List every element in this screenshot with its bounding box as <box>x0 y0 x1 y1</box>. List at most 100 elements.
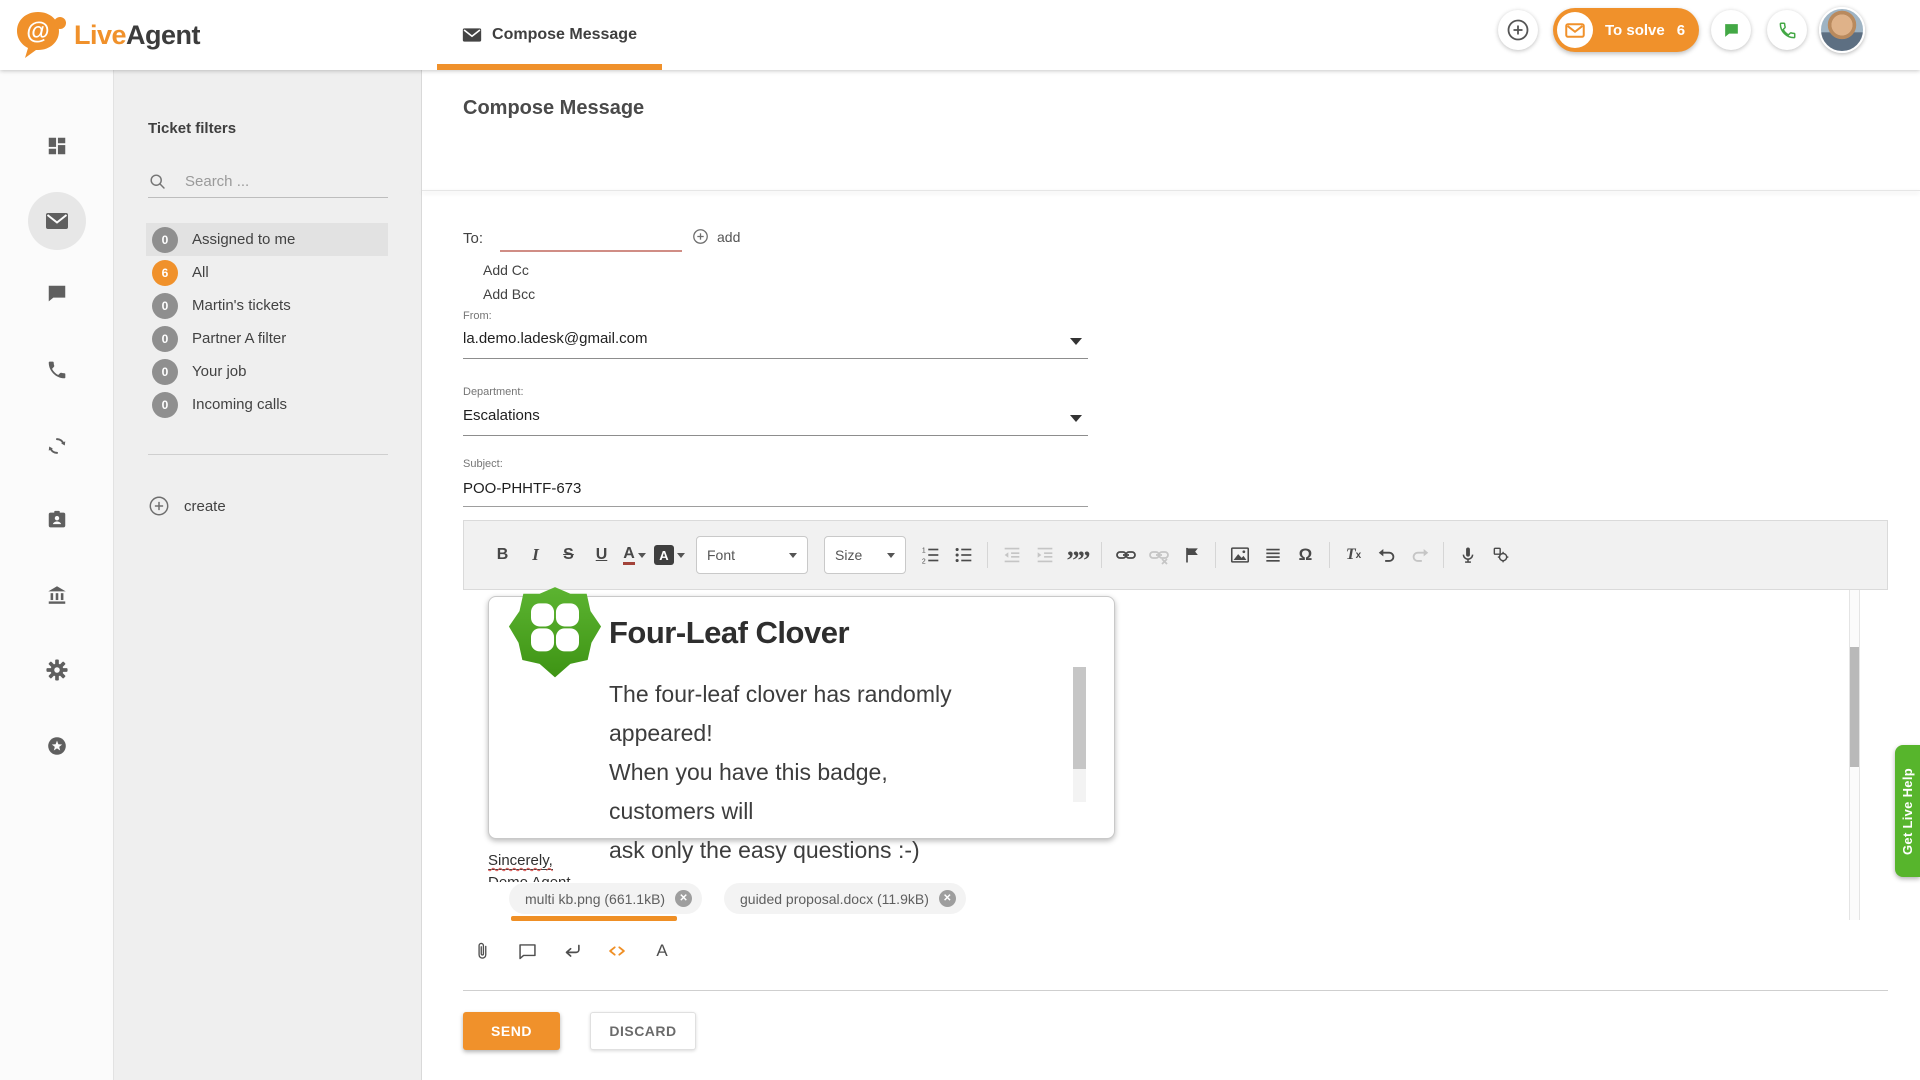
filter-item-all[interactable]: 6 All <box>146 256 388 289</box>
add-new-button[interactable] <box>1498 10 1538 50</box>
font-style-button[interactable]: A <box>649 938 675 964</box>
filter-item-partner-a-filter[interactable]: 0 Partner A filter <box>146 322 388 355</box>
speech-to-text-button[interactable] <box>1454 541 1481 569</box>
special-character-button[interactable]: Ω <box>1292 541 1319 569</box>
header-divider <box>422 190 1920 191</box>
chevron-down-icon <box>887 553 895 558</box>
horizontal-rule-button[interactable] <box>1259 541 1286 569</box>
user-avatar[interactable] <box>1819 7 1865 53</box>
to-input[interactable] <box>500 228 682 252</box>
sidebar-item-departments[interactable] <box>45 583 69 607</box>
numbered-list-button[interactable]: 12 <box>917 541 944 569</box>
font-select[interactable]: Font <box>696 536 808 574</box>
department-dropdown-caret[interactable] <box>1070 415 1082 422</box>
comment-bubble-icon <box>517 941 538 962</box>
remove-format-button[interactable]: Tx <box>1340 541 1367 569</box>
attachment-chip[interactable]: multi kb.png (661.1kB) ✕ <box>509 883 702 914</box>
from-dropdown-caret[interactable] <box>1070 338 1082 345</box>
from-underline <box>463 358 1088 359</box>
bank-icon <box>46 584 68 606</box>
insert-link-button[interactable] <box>1112 541 1139 569</box>
size-select[interactable]: Size <box>824 536 906 574</box>
attachment-chip[interactable]: guided proposal.docx (11.9kB) ✕ <box>724 883 966 914</box>
filter-item-assigned-to-me[interactable]: 0 Assigned to me <box>146 223 388 256</box>
four-leaf-clover-icon <box>507 585 603 689</box>
increase-indent-button[interactable] <box>1031 541 1058 569</box>
sidebar-item-addons[interactable] <box>45 734 69 758</box>
count-badge: 0 <box>152 227 178 253</box>
sidebar-item-customers[interactable] <box>45 508 69 532</box>
sidebar-item-calls[interactable] <box>45 358 69 382</box>
dashboard-icon <box>46 135 68 157</box>
remove-attachment-icon[interactable]: ✕ <box>939 890 956 907</box>
bold-button[interactable]: B <box>489 541 516 569</box>
chat-bubble-icon <box>1722 21 1741 40</box>
filter-list: 0 Assigned to me 6 All 0 Martin's ticket… <box>146 223 388 421</box>
insert-image-button[interactable] <box>1226 541 1253 569</box>
attach-file-button[interactable] <box>469 938 495 964</box>
sidebar-item-settings[interactable] <box>45 658 69 682</box>
clover-badge-card: Four-Leaf Clover The four-leaf clover ha… <box>488 596 1115 839</box>
mini-gear-icon <box>1491 545 1511 565</box>
search-input[interactable] <box>185 173 365 190</box>
send-button[interactable]: SEND <box>463 1012 560 1050</box>
subject-value[interactable]: POO-PHHTF-673 <box>463 480 581 497</box>
card-scrollbar-thumb[interactable] <box>1073 667 1086 769</box>
create-filter-button[interactable]: create <box>148 486 226 526</box>
calls-button[interactable] <box>1767 10 1807 50</box>
brand-name: LiveAgent <box>74 20 200 51</box>
svg-text:2: 2 <box>921 558 925 565</box>
insert-reply-button[interactable] <box>559 938 585 964</box>
editor-scrollbar <box>1849 590 1860 920</box>
chats-button[interactable] <box>1711 10 1751 50</box>
department-value[interactable]: Escalations <box>463 407 540 424</box>
chevron-down-icon <box>789 553 797 558</box>
add-bcc-link[interactable]: Add Bcc <box>483 286 535 302</box>
remove-attachment-icon[interactable]: ✕ <box>675 890 692 907</box>
sidebar-item-dashboard[interactable] <box>45 134 69 158</box>
from-label: From: <box>463 310 492 322</box>
discard-button[interactable]: DISCARD <box>590 1012 696 1050</box>
decrease-indent-button[interactable] <box>998 541 1025 569</box>
redo-icon <box>1409 544 1431 566</box>
insert-comment-button[interactable] <box>514 938 540 964</box>
plus-circle-icon <box>148 495 170 517</box>
blockquote-button[interactable]: ”” <box>1064 541 1091 569</box>
strikethrough-button[interactable]: S <box>555 541 582 569</box>
from-value[interactable]: la.demo.ladesk@gmail.com <box>463 330 647 347</box>
department-label: Department: <box>463 386 524 398</box>
sidebar-item-chats[interactable] <box>45 282 69 306</box>
editor-body[interactable]: Four-Leaf Clover The four-leaf clover ha… <box>463 590 1888 991</box>
text-color-button[interactable]: A <box>621 541 648 569</box>
sidebar-item-tickets[interactable] <box>45 209 69 233</box>
editor-scrollbar-thumb[interactable] <box>1850 647 1859 767</box>
undo-button[interactable] <box>1373 541 1400 569</box>
plugin-settings-button[interactable] <box>1487 541 1514 569</box>
sidebar-item-automation[interactable] <box>45 434 69 458</box>
filter-item-martins-tickets[interactable]: 0 Martin's tickets <box>146 289 388 322</box>
italic-button[interactable]: I <box>522 541 549 569</box>
add-recipient-button[interactable]: add <box>692 228 740 245</box>
department-underline <box>463 435 1088 436</box>
unlink-button[interactable] <box>1145 541 1172 569</box>
star-icon <box>46 735 68 757</box>
add-cc-link[interactable]: Add Cc <box>483 262 529 278</box>
gear-icon <box>46 659 68 681</box>
horizontal-line-icon <box>1263 545 1283 565</box>
to-solve-button[interactable]: To solve 6 <box>1553 8 1699 52</box>
ordered-list-icon: 12 <box>920 544 942 566</box>
html-source-button[interactable] <box>604 938 630 964</box>
liveagent-logo[interactable]: @ LiveAgent <box>14 10 200 60</box>
get-live-help-button[interactable]: Get Live Help <box>1895 745 1920 877</box>
filter-item-incoming-calls[interactable]: 0 Incoming calls <box>146 388 388 421</box>
filter-item-your-job[interactable]: 0 Your job <box>146 355 388 388</box>
chevron-down-icon <box>677 553 685 558</box>
bullet-list-button[interactable] <box>950 541 977 569</box>
background-color-button[interactable]: A <box>654 541 685 569</box>
tab-compose-message[interactable]: Compose Message <box>437 0 662 70</box>
flag-button[interactable] <box>1178 541 1205 569</box>
underline-button[interactable]: U <box>588 541 615 569</box>
flag-icon <box>1182 545 1202 565</box>
signature-text: Sincerely, <box>488 852 553 869</box>
redo-button[interactable] <box>1406 541 1433 569</box>
